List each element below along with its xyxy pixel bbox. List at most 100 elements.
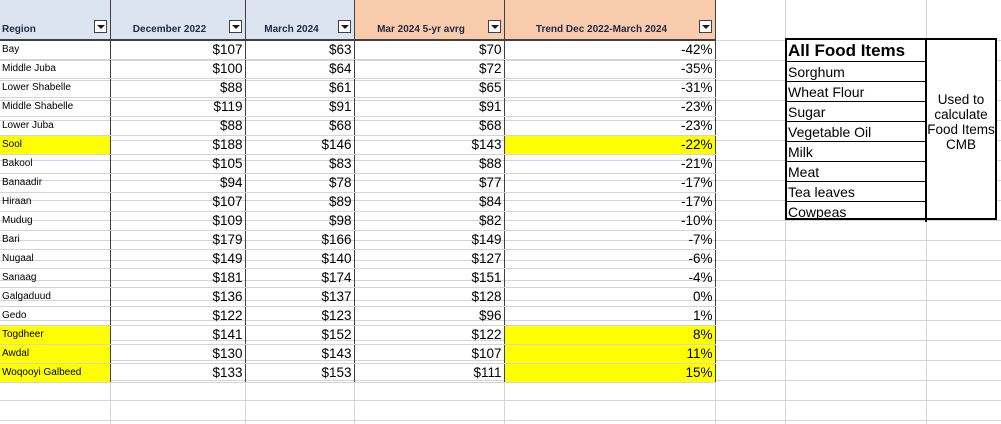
march-2024-cell[interactable]: $78: [245, 173, 355, 193]
december-2022-cell[interactable]: $188: [110, 135, 246, 155]
march-2024-cell[interactable]: $61: [245, 78, 355, 98]
five-year-average-cell[interactable]: $70: [354, 40, 505, 60]
five-year-average-cell[interactable]: $122: [354, 325, 505, 345]
march-2024-cell[interactable]: $153: [245, 363, 355, 383]
trend-cell[interactable]: 1%: [504, 306, 716, 326]
region-cell[interactable]: Woqooyi Galbeed: [0, 363, 111, 383]
march-2024-cell[interactable]: $89: [245, 192, 355, 212]
march-2024-cell[interactable]: $123: [245, 306, 355, 326]
region-cell[interactable]: Bari: [0, 230, 111, 250]
food-item[interactable]: Tea leaves: [787, 182, 927, 202]
food-item[interactable]: Wheat Flour: [787, 82, 927, 102]
five-year-average-cell[interactable]: $65: [354, 78, 505, 98]
region-cell[interactable]: Lower Shabelle: [0, 78, 111, 98]
region-cell[interactable]: Bay: [0, 40, 111, 60]
march-2024-cell[interactable]: $140: [245, 249, 355, 269]
december-2022-cell[interactable]: $122: [110, 306, 246, 326]
filter-dropdown-icon[interactable]: [93, 20, 107, 33]
region-cell[interactable]: Middle Shabelle: [0, 97, 111, 117]
food-items-title[interactable]: All Food Items: [787, 40, 927, 62]
five-year-average-cell[interactable]: $88: [354, 154, 505, 174]
december-2022-cell[interactable]: $100: [110, 59, 246, 79]
five-year-average-cell[interactable]: $128: [354, 287, 505, 307]
five-year-average-cell[interactable]: $96: [354, 306, 505, 326]
december-2022-cell[interactable]: $149: [110, 249, 246, 269]
march-2024-cell[interactable]: $143: [245, 344, 355, 364]
trend-cell[interactable]: -6%: [504, 249, 716, 269]
march-2024-cell[interactable]: $137: [245, 287, 355, 307]
december-2022-cell[interactable]: $94: [110, 173, 246, 193]
march-2024-cell[interactable]: $68: [245, 116, 355, 136]
region-cell[interactable]: Nugaal: [0, 249, 111, 269]
food-item[interactable]: Meat: [787, 162, 927, 182]
december-2022-cell[interactable]: $107: [110, 192, 246, 212]
march-2024-cell[interactable]: $98: [245, 211, 355, 231]
march-2024-cell[interactable]: $83: [245, 154, 355, 174]
trend-cell[interactable]: 0%: [504, 287, 716, 307]
december-2022-cell[interactable]: $119: [110, 97, 246, 117]
trend-cell[interactable]: 11%: [504, 344, 716, 364]
five-year-average-cell[interactable]: $72: [354, 59, 505, 79]
region-cell[interactable]: Hiraan: [0, 192, 111, 212]
five-year-average-cell[interactable]: $127: [354, 249, 505, 269]
trend-cell[interactable]: -17%: [504, 192, 716, 212]
trend-cell[interactable]: -21%: [504, 154, 716, 174]
five-year-average-cell[interactable]: $151: [354, 268, 505, 288]
trend-cell[interactable]: -35%: [504, 59, 716, 79]
trend-cell[interactable]: -31%: [504, 78, 716, 98]
five-year-average-cell[interactable]: $107: [354, 344, 505, 364]
five-year-average-cell[interactable]: $91: [354, 97, 505, 117]
trend-cell[interactable]: 15%: [504, 363, 716, 383]
region-cell[interactable]: Gedo: [0, 306, 111, 326]
trend-cell[interactable]: -23%: [504, 97, 716, 117]
food-item[interactable]: Sorghum: [787, 62, 927, 82]
region-cell[interactable]: Mudug: [0, 211, 111, 231]
region-cell[interactable]: Awdal: [0, 344, 111, 364]
food-item[interactable]: Vegetable Oil: [787, 122, 927, 142]
region-cell[interactable]: Galgaduud: [0, 287, 111, 307]
december-2022-cell[interactable]: $109: [110, 211, 246, 231]
region-cell[interactable]: Sool: [0, 135, 111, 155]
december-2022-cell[interactable]: $107: [110, 40, 246, 60]
december-2022-cell[interactable]: $130: [110, 344, 246, 364]
december-2022-cell[interactable]: $136: [110, 287, 246, 307]
march-2024-cell[interactable]: $152: [245, 325, 355, 345]
five-year-average-cell[interactable]: $84: [354, 192, 505, 212]
december-2022-cell[interactable]: $141: [110, 325, 246, 345]
five-year-average-cell[interactable]: $68: [354, 116, 505, 136]
trend-cell[interactable]: -17%: [504, 173, 716, 193]
region-cell[interactable]: Middle Juba: [0, 59, 111, 79]
trend-cell[interactable]: -10%: [504, 211, 716, 231]
five-year-average-cell[interactable]: $77: [354, 173, 505, 193]
region-cell[interactable]: Sanaag: [0, 268, 111, 288]
march-2024-cell[interactable]: $146: [245, 135, 355, 155]
filter-dropdown-icon[interactable]: [228, 20, 242, 33]
march-2024-cell[interactable]: $64: [245, 59, 355, 79]
region-cell[interactable]: Banaadir: [0, 173, 111, 193]
march-2024-cell[interactable]: $174: [245, 268, 355, 288]
trend-cell[interactable]: -7%: [504, 230, 716, 250]
trend-cell[interactable]: -4%: [504, 268, 716, 288]
december-2022-cell[interactable]: $88: [110, 116, 246, 136]
trend-cell[interactable]: -42%: [504, 40, 716, 60]
trend-cell[interactable]: 8%: [504, 325, 716, 345]
trend-cell[interactable]: -22%: [504, 135, 716, 155]
five-year-average-cell[interactable]: $149: [354, 230, 505, 250]
region-cell[interactable]: Togdheer: [0, 325, 111, 345]
five-year-average-cell[interactable]: $143: [354, 135, 505, 155]
region-cell[interactable]: Lower Juba: [0, 116, 111, 136]
filter-dropdown-icon[interactable]: [487, 20, 501, 33]
december-2022-cell[interactable]: $181: [110, 268, 246, 288]
december-2022-cell[interactable]: $179: [110, 230, 246, 250]
march-2024-cell[interactable]: $166: [245, 230, 355, 250]
december-2022-cell[interactable]: $88: [110, 78, 246, 98]
food-item[interactable]: Sugar: [787, 102, 927, 122]
trend-cell[interactable]: -23%: [504, 116, 716, 136]
food-item[interactable]: Cowpeas: [787, 202, 927, 222]
filter-dropdown-icon[interactable]: [698, 20, 712, 33]
filter-dropdown-icon[interactable]: [337, 20, 351, 33]
five-year-average-cell[interactable]: $111: [354, 363, 505, 383]
december-2022-cell[interactable]: $133: [110, 363, 246, 383]
food-item[interactable]: Milk: [787, 142, 927, 162]
march-2024-cell[interactable]: $63: [245, 40, 355, 60]
